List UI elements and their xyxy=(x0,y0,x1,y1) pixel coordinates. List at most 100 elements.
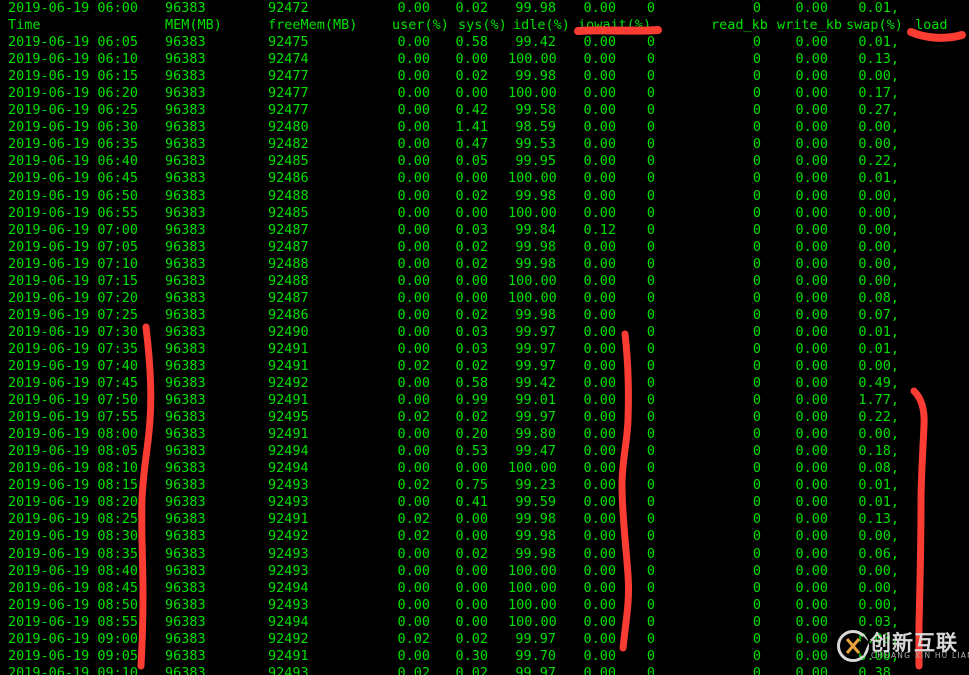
cell-write: 0.00 xyxy=(795,511,828,528)
cell-write: 0.00 xyxy=(795,136,828,153)
cell-user: 0.00 xyxy=(397,136,430,153)
cell-free: 92480 xyxy=(268,119,309,136)
cell-iowait: 0.00 xyxy=(583,392,616,409)
cell-extra: 0 xyxy=(646,528,655,545)
cell-time: 2019-06-19 06:55 xyxy=(8,204,139,221)
cell-free: 92487 xyxy=(268,289,309,306)
cell-idle: 99.42 xyxy=(515,34,556,51)
cell-swap: 0.00, xyxy=(858,119,899,136)
cell-user: 0.00 xyxy=(397,596,430,613)
cell-mem: 96383 xyxy=(165,323,206,340)
cell-free: 92494 xyxy=(268,579,309,596)
cell-write: 0.00 xyxy=(795,34,828,51)
cell-free: 92472 xyxy=(268,0,309,16)
cell-read: 0 xyxy=(752,647,761,664)
column-header-free: freeMem(MB) xyxy=(268,17,358,34)
column-header-mem: MEM(MB) xyxy=(165,17,222,34)
cell-iowait: 0.00 xyxy=(583,340,616,357)
log-row: 2019-06-19 07:30 96383 92490 0.00 0.03 99.97 0… xyxy=(0,324,969,341)
cell-write: 0.00 xyxy=(795,613,828,630)
cell-idle: 100.00 xyxy=(508,613,557,630)
cell-sys: 0.02 xyxy=(455,255,488,272)
cell-swap: 0.00, xyxy=(858,68,899,85)
cell-write: 0.00 xyxy=(795,443,828,460)
cell-write: 0.00 xyxy=(795,221,828,238)
cell-idle: 99.23 xyxy=(515,477,556,494)
cell-time: 2019-06-19 07:30 xyxy=(8,323,139,340)
cell-extra: 0 xyxy=(646,0,655,16)
cell-swap: 0.00, xyxy=(858,238,899,255)
cell-read: 0 xyxy=(752,102,761,119)
cell-read: 0 xyxy=(752,85,761,102)
cell-sys: 0.02 xyxy=(455,68,488,85)
cell-sys: 0.03 xyxy=(455,221,488,238)
cell-read: 0 xyxy=(752,375,761,392)
cell-write: 0.00 xyxy=(795,119,828,136)
cell-idle: 99.98 xyxy=(515,511,556,528)
log-row: 2019-06-19 07:00 96383 92487 0.00 0.03 99.84 0… xyxy=(0,222,969,239)
cell-time: 2019-06-19 08:50 xyxy=(8,596,139,613)
log-row: 2019-06-19 06:20 96383 92477 0.00 0.00 100.00… xyxy=(0,85,969,102)
cell-mem: 96383 xyxy=(165,392,206,409)
cell-user: 0.00 xyxy=(397,221,430,238)
cell-time: 2019-06-19 06:50 xyxy=(8,187,139,204)
cell-iowait: 0.00 xyxy=(583,119,616,136)
cell-time: 2019-06-19 07:40 xyxy=(8,357,139,374)
cell-user: 0.02 xyxy=(397,528,430,545)
column-header-swap: swap(%) xyxy=(846,17,903,34)
cell-extra: 0 xyxy=(646,426,655,443)
cell-time: 2019-06-19 07:50 xyxy=(8,392,139,409)
column-header-sys: sys(%) xyxy=(458,17,507,34)
cell-mem: 96383 xyxy=(165,68,206,85)
cell-mem: 96383 xyxy=(165,255,206,272)
cell-swap: 0.08, xyxy=(858,460,899,477)
cell-free: 92475 xyxy=(268,34,309,51)
log-row: 2019-06-19 08:30 96383 92492 0.02 0.00 99.98 0… xyxy=(0,528,969,545)
cell-extra: 0 xyxy=(646,443,655,460)
cell-free: 92485 xyxy=(268,204,309,221)
cell-iowait: 0.00 xyxy=(583,494,616,511)
cell-user: 0.00 xyxy=(397,289,430,306)
cell-user: 0.00 xyxy=(397,562,430,579)
cell-read: 0 xyxy=(752,664,761,675)
cell-swap: 0.00, xyxy=(858,562,899,579)
cell-idle: 99.01 xyxy=(515,392,556,409)
cell-user: 0.00 xyxy=(397,647,430,664)
cell-extra: 0 xyxy=(646,664,655,675)
cell-mem: 96383 xyxy=(165,357,206,374)
cell-time: 2019-06-19 06:20 xyxy=(8,85,139,102)
column-header-row: Time MEM(MB) freeMem(MB) user(%) sys(%) idle(… xyxy=(0,17,969,34)
log-row: 2019-06-19 08:35 96383 92493 0.00 0.02 99.98 0… xyxy=(0,546,969,563)
cell-free: 92485 xyxy=(268,153,309,170)
cell-write: 0.00 xyxy=(795,153,828,170)
cell-user: 0.00 xyxy=(397,613,430,630)
log-row: 2019-06-19 08:05 96383 92494 0.00 0.53 99.47 0… xyxy=(0,443,969,460)
cell-idle: 99.98 xyxy=(515,545,556,562)
cell-swap: 0.01, xyxy=(858,170,899,187)
cell-mem: 96383 xyxy=(165,85,206,102)
cell-user: 0.00 xyxy=(397,238,430,255)
cell-time: 2019-06-19 08:35 xyxy=(8,545,139,562)
cell-write: 0.00 xyxy=(795,238,828,255)
cell-free: 92488 xyxy=(268,255,309,272)
cell-sys: 0.00 xyxy=(455,511,488,528)
cell-sys: 0.99 xyxy=(455,392,488,409)
cell-write: 0.00 xyxy=(795,579,828,596)
cell-idle: 99.84 xyxy=(515,221,556,238)
cell-read: 0 xyxy=(752,221,761,238)
cell-extra: 0 xyxy=(646,357,655,374)
cell-user: 0.00 xyxy=(397,0,430,16)
log-row: 2019-06-19 09:10 96383 92493 0.02 0.02 99.97 0… xyxy=(0,665,969,675)
cell-write: 0.00 xyxy=(795,255,828,272)
column-header-user: user(%) xyxy=(392,17,449,34)
cell-free: 92487 xyxy=(268,221,309,238)
cell-mem: 96383 xyxy=(165,51,206,68)
cell-read: 0 xyxy=(752,528,761,545)
cell-mem: 96383 xyxy=(165,562,206,579)
cell-user: 0.00 xyxy=(397,204,430,221)
cell-free: 92477 xyxy=(268,68,309,85)
cell-user: 0.02 xyxy=(397,511,430,528)
log-row: 2019-06-19 08:50 96383 92493 0.00 0.00 100.00… xyxy=(0,597,969,614)
cell-swap: 0.00, xyxy=(858,528,899,545)
cell-swap: 0.00, xyxy=(858,630,899,647)
